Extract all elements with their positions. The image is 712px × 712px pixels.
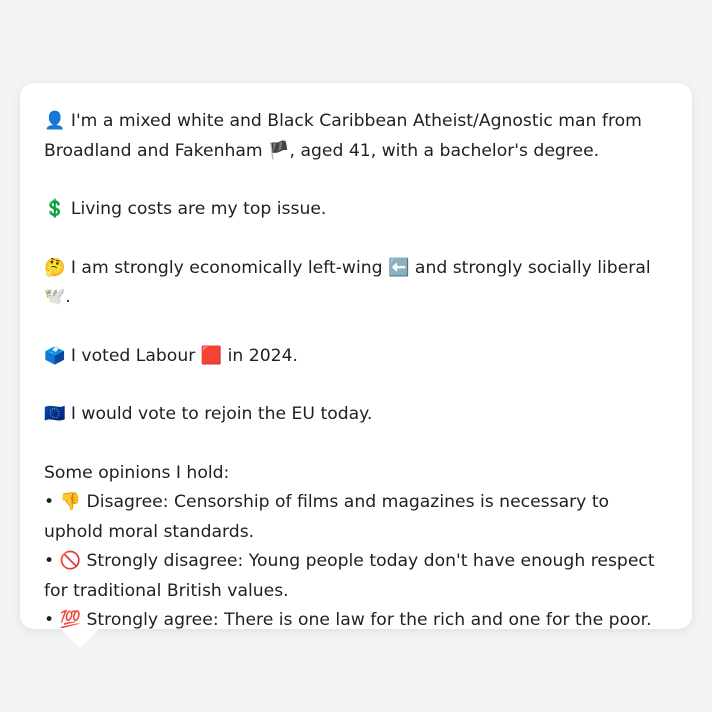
opinion-item: • 🚫 Strongly disagree: Young people toda… xyxy=(44,547,668,606)
ideology-line: 🤔 I am strongly economically left-wing ⬅… xyxy=(44,254,668,313)
opinion-statement: There is one law for the rich and one fo… xyxy=(224,610,652,630)
bullet: • xyxy=(44,492,55,512)
left-arrow-icon: ⬅️ xyxy=(388,257,410,278)
opinions-heading: Some opinions I hold: xyxy=(44,462,230,483)
prohibited-icon: 🚫 xyxy=(59,551,82,571)
opinion-stance: Strongly agree: xyxy=(86,610,219,630)
dove-icon: 🕊️ xyxy=(44,287,66,307)
vote-text-a: I voted Labour xyxy=(70,345,196,366)
issue-text: Living costs are my top issue. xyxy=(70,199,327,219)
identity-text-after: , aged 41, with a bachelor's degree. xyxy=(289,140,600,161)
bullet: • xyxy=(44,551,55,571)
vote-line: 🗳️ I voted Labour 🟥 in 2024. xyxy=(44,342,668,372)
identity-line: 👤 I'm a mixed white and Black Caribbean … xyxy=(44,107,668,166)
issue-line: 💲 Living costs are my top issue. xyxy=(44,195,668,225)
red-square-icon: 🟥 xyxy=(200,345,223,366)
opinion-stance: Strongly disagree: xyxy=(86,551,244,571)
eu-text: I would vote to rejoin the EU today. xyxy=(70,404,373,424)
vote-text-b: in 2024. xyxy=(227,345,298,366)
ideology-text-b: and strongly socially liberal xyxy=(414,257,651,278)
opinion-stance: Disagree: xyxy=(86,492,169,512)
opinion-item: • 👎 Disagree: Censorship of films and ma… xyxy=(44,488,668,547)
hundred-points-icon: 💯 xyxy=(59,610,82,630)
ideology-text-c: . xyxy=(65,287,71,307)
person-icon: 👤 xyxy=(44,111,66,131)
ideology-text-a: I am strongly economically left-wing xyxy=(70,257,383,278)
eu-flag-icon: 🇪🇺 xyxy=(44,404,66,424)
thumbs-down-icon: 👎 xyxy=(59,492,82,512)
dollar-sign-icon: 💲 xyxy=(44,199,66,219)
bullet: • xyxy=(44,610,55,630)
opinion-item: • 💯 Strongly agree: There is one law for… xyxy=(44,606,668,636)
england-flag-icon: 🏴 xyxy=(268,140,290,161)
chat-message-bubble: 👤 I'm a mixed white and Black Caribbean … xyxy=(20,83,692,648)
bubble-tail xyxy=(60,628,100,648)
thinking-face-icon: 🤔 xyxy=(44,257,66,278)
ballot-box-icon: 🗳️ xyxy=(44,345,66,366)
eu-line: 🇪🇺 I would vote to rejoin the EU today. xyxy=(44,400,668,430)
